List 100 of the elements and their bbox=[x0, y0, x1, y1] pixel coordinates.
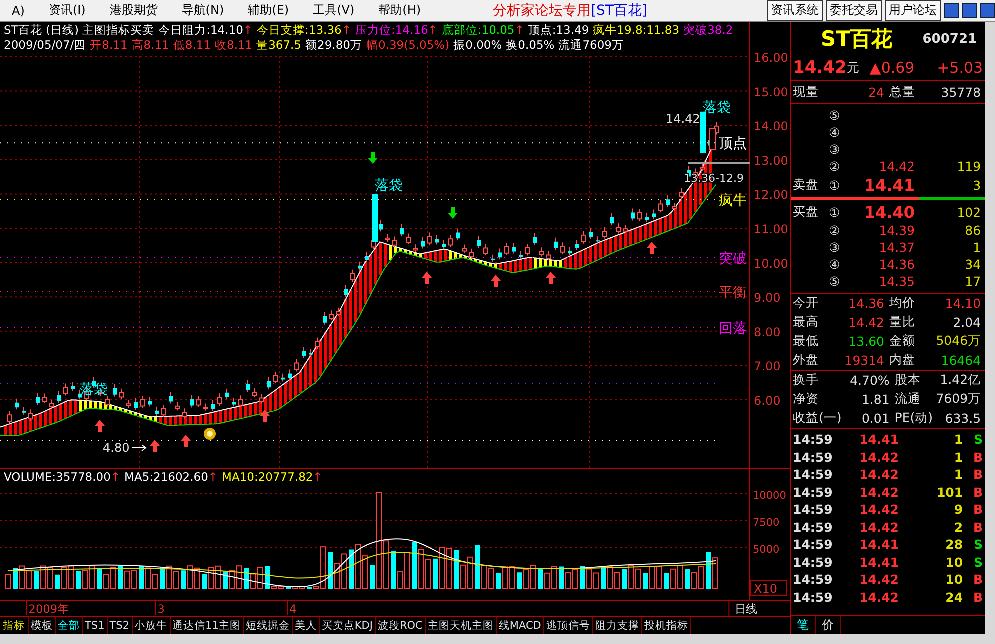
stat-value: 633.5 bbox=[944, 411, 982, 426]
indicator-value: 振0.00% bbox=[454, 38, 502, 53]
tick-time: 14:59 bbox=[793, 502, 834, 518]
tick-side: S bbox=[973, 554, 984, 570]
price-axis-label: 8.00 bbox=[754, 325, 781, 340]
level-label: 突破 bbox=[719, 251, 747, 267]
stat-label: 今开 bbox=[793, 295, 819, 312]
price-axis-label: 10.00 bbox=[754, 256, 788, 271]
tick-side: B bbox=[972, 467, 984, 482]
indicator-value: 今日阻力:14.10↑ bbox=[158, 23, 254, 38]
tick-volume: 9 bbox=[953, 502, 964, 518]
tick-side: B bbox=[972, 590, 984, 605]
stat-label: 收益(一) bbox=[793, 410, 842, 427]
indicator-tab[interactable]: TS1 bbox=[83, 617, 108, 634]
window-title: 分析家论坛专用[ST百花] bbox=[493, 2, 648, 20]
menu-item[interactable]: 工具(V) bbox=[301, 2, 367, 19]
tick-time: 14:59 bbox=[793, 537, 834, 552]
level-label: 平衡 bbox=[719, 284, 747, 301]
stat-label: 外盘 bbox=[793, 352, 819, 369]
indicator-value: 流通7609万 bbox=[558, 38, 624, 53]
level-number: ① bbox=[829, 204, 842, 220]
stat-label: PE(动) bbox=[894, 410, 933, 427]
stat-value: 16464 bbox=[940, 353, 982, 368]
indicator-tab[interactable]: 短线掘金 bbox=[244, 617, 293, 634]
toolbar-button[interactable]: 委托交易 bbox=[826, 0, 882, 21]
indicator-value: 收8.11 bbox=[215, 38, 253, 53]
indicator-tab[interactable]: 买卖点KDJ bbox=[320, 617, 376, 634]
up-arrow-icon bbox=[181, 435, 191, 447]
indicator-tab[interactable]: 小放牛 bbox=[132, 617, 171, 634]
up-arrow-icon bbox=[422, 272, 432, 284]
indicator-value: 底部位:10.05↑ bbox=[442, 23, 524, 38]
indicator-value: 幅0.39(5.05%) bbox=[366, 38, 450, 53]
menu-item[interactable]: 资讯(I) bbox=[36, 2, 98, 19]
stat-label: 最高 bbox=[793, 314, 819, 331]
indicator-value: 换0.05% bbox=[506, 38, 555, 53]
price-axis-label: 7.00 bbox=[754, 360, 781, 374]
indicator-tab[interactable]: 阻力支撑 bbox=[593, 617, 642, 634]
toolbar-button[interactable]: 用户论坛 bbox=[885, 0, 941, 21]
order-price: 14.41 bbox=[863, 176, 915, 194]
level-number: ④ bbox=[829, 257, 842, 272]
date-axis-label: 3 bbox=[158, 603, 165, 616]
tick-volume: 2 bbox=[953, 520, 964, 535]
tick-price: 14.42 bbox=[858, 467, 899, 482]
indicator-tab[interactable]: 投机指标 bbox=[642, 617, 692, 634]
stat-label: 最低 bbox=[793, 333, 819, 350]
tick-volume: 10 bbox=[944, 572, 964, 588]
stat-label: 净资 bbox=[793, 391, 820, 408]
tick-price: 14.42 bbox=[858, 590, 899, 605]
coin-icon bbox=[204, 428, 216, 440]
menu-item[interactable]: 帮助(H) bbox=[366, 2, 434, 19]
up-arrow-icon bbox=[546, 272, 556, 284]
level-label: 回落 bbox=[719, 320, 747, 337]
tick-side: B bbox=[972, 484, 984, 500]
indicator-tab[interactable]: 模板 bbox=[29, 617, 56, 634]
order-price: 14.35 bbox=[878, 274, 915, 289]
signal-label: 落袋 bbox=[80, 382, 108, 398]
indicator-value: 量367.5 bbox=[256, 38, 302, 53]
order-volume: 3 bbox=[972, 178, 982, 192]
last-price: 14.42 bbox=[793, 58, 847, 78]
tick-side: B bbox=[972, 450, 984, 465]
indicator-value: 疯牛19.8:11.83 bbox=[593, 23, 680, 38]
indicator-tab[interactable]: 主图天机主图 bbox=[426, 617, 497, 634]
stat-label: 总量 bbox=[890, 84, 916, 100]
level-number: ② bbox=[829, 223, 842, 238]
order-volume: 102 bbox=[956, 204, 982, 220]
stat-value: 0.01 bbox=[860, 411, 891, 426]
stock-name: ST百花 bbox=[821, 26, 892, 53]
toolbar-button[interactable]: 资讯系统 bbox=[767, 0, 823, 21]
menu-item[interactable]: 辅助(E) bbox=[236, 2, 302, 19]
order-volume: 1 bbox=[972, 240, 982, 255]
indicator-tab[interactable]: TS2 bbox=[108, 617, 133, 634]
menu-item[interactable]: 导航(N) bbox=[170, 2, 236, 19]
stat-label: 股本 bbox=[894, 372, 922, 389]
stock-code: 600721 bbox=[922, 32, 978, 46]
indicator-value: 额29.80万 bbox=[306, 38, 362, 53]
stat-value: 13.60 bbox=[848, 334, 886, 349]
menu-item[interactable]: A) bbox=[0, 4, 37, 18]
signal-label: 落袋 bbox=[375, 178, 403, 194]
tick-price: 14.42 bbox=[858, 502, 899, 518]
price-axis-label: 6.00 bbox=[754, 394, 781, 408]
indicator-value: MA10:20777.82↑ bbox=[222, 470, 323, 485]
stat-value: 1.81 bbox=[860, 392, 891, 407]
price-change: ▲0.69 bbox=[870, 59, 915, 77]
tick-side: B bbox=[972, 520, 984, 535]
indicator-tab[interactable]: 波段ROC bbox=[376, 617, 426, 634]
menu-item[interactable]: 港股期货 bbox=[98, 2, 170, 19]
stat-value: 19314 bbox=[844, 353, 886, 368]
indicator-tab[interactable]: 通达信11主图 bbox=[170, 617, 244, 634]
stat-value: 5046万 bbox=[935, 333, 982, 350]
level-number: ⑤ bbox=[829, 274, 842, 289]
indicator-tab[interactable]: 逃顶信号 bbox=[544, 617, 594, 634]
indicator-value: MA5:21602.60↑ bbox=[124, 470, 218, 485]
indicator-value: ST百花 (日线) 主图指标买卖 bbox=[4, 23, 155, 38]
indicator-tab[interactable]: 全部 bbox=[56, 617, 83, 634]
indicator-tab[interactable]: 线MACD bbox=[496, 617, 544, 634]
tick-time: 14:59 bbox=[793, 484, 834, 500]
price-axis-label: 13.00 bbox=[754, 154, 788, 168]
tick-time: 14:59 bbox=[793, 520, 834, 535]
order-volume: 86 bbox=[964, 223, 982, 238]
indicator-tab[interactable]: 美人 bbox=[292, 617, 320, 634]
